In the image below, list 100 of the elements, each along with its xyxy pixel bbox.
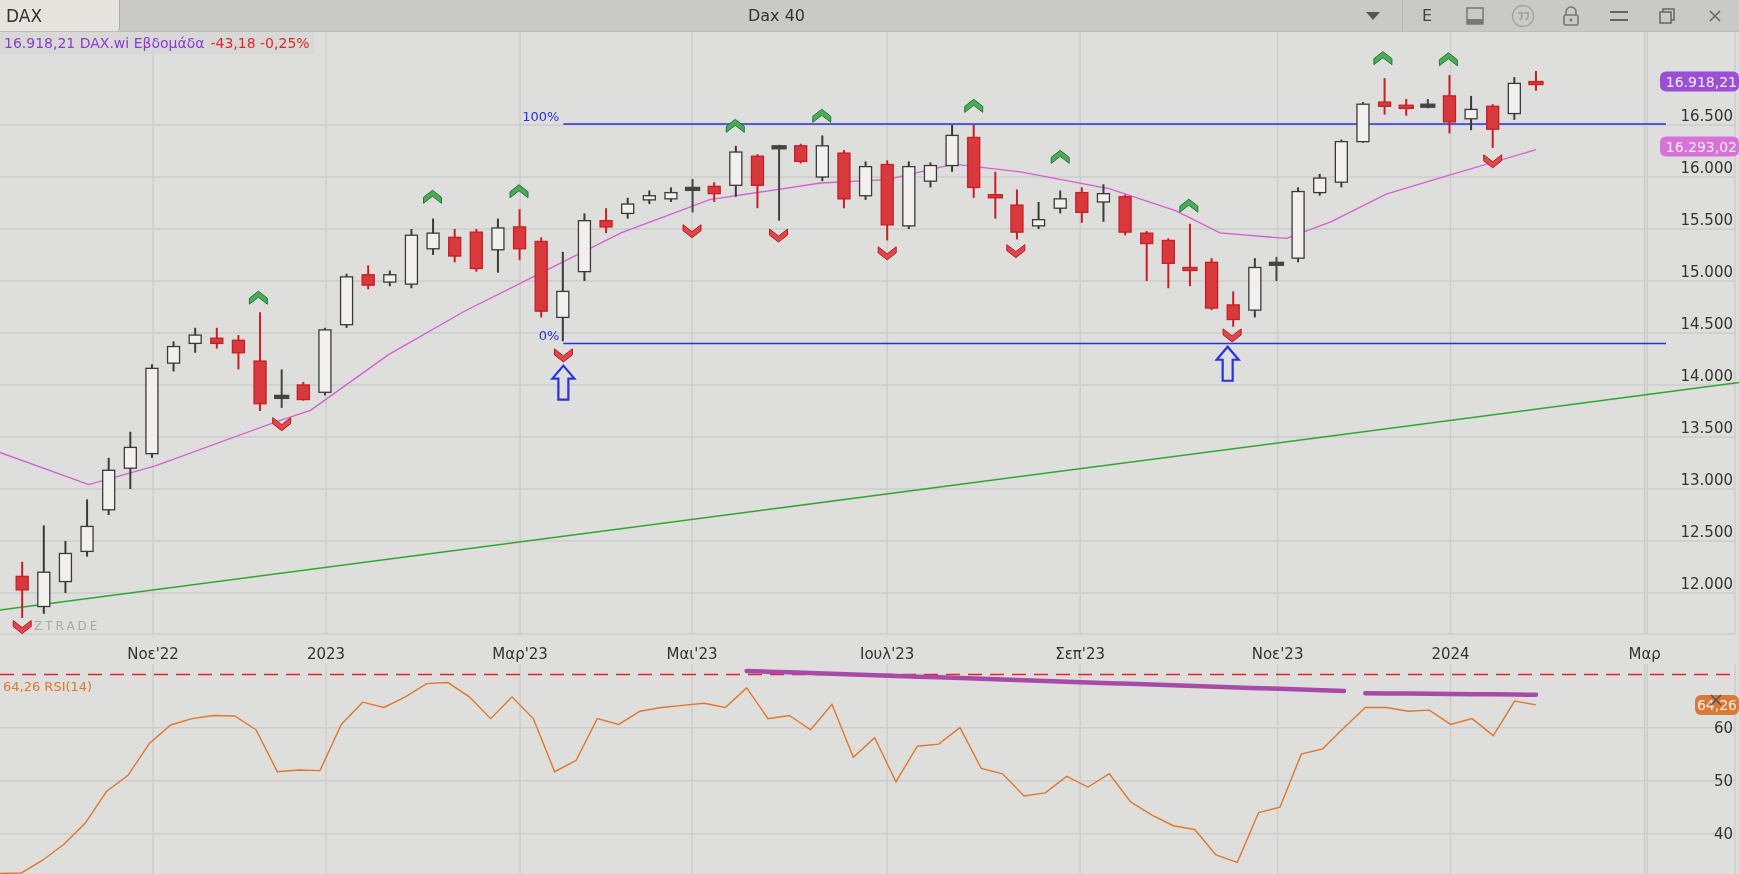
- candlestick: [404, 228, 419, 290]
- candlestick: [664, 186, 678, 203]
- price-axis-label: 12.500: [1680, 523, 1733, 541]
- price-axis-label: 14.500: [1680, 315, 1733, 333]
- candlestick: [577, 212, 592, 282]
- candlestick: [469, 228, 483, 273]
- quote-text: 16.918,21 DAX.wi Εβδομάδα: [4, 35, 205, 51]
- rsi-axis-label: 60: [1713, 718, 1733, 737]
- close-icon: [1709, 9, 1721, 22]
- up-arrow-icon: [1214, 345, 1242, 382]
- candlestick: [729, 144, 743, 198]
- price-axis-label: 16.000: [1680, 159, 1733, 177]
- down-chevron-icon: [877, 246, 897, 261]
- up-chevron-icon: [509, 184, 529, 199]
- candlestick: [512, 208, 527, 262]
- candlestick: [684, 178, 701, 214]
- candlestick: [231, 334, 246, 371]
- candlestick: [1182, 222, 1198, 288]
- candlestick: [642, 189, 656, 206]
- candlestick: [188, 326, 202, 354]
- candlestick: [599, 207, 613, 235]
- candlestick: [1528, 69, 1544, 92]
- candlestick: [1248, 257, 1262, 319]
- candlestick: [1507, 76, 1521, 121]
- candlestick: [1075, 186, 1089, 224]
- time-axis-label: Ιουλ'23: [860, 645, 915, 663]
- fibonacci-label: 100%: [522, 109, 560, 124]
- candlestick: [58, 540, 73, 594]
- candlestick: [1226, 290, 1240, 328]
- down-chevron-icon: [272, 417, 292, 432]
- candlestick: [1010, 188, 1024, 241]
- candlestick: [383, 269, 397, 288]
- down-chevron-icon: [1222, 328, 1242, 343]
- time-axis-label: Νοε'23: [1251, 645, 1304, 663]
- up-chevron-icon: [1179, 198, 1199, 213]
- price-axis-label: 12.000: [1680, 575, 1733, 593]
- rsi-legend: 64,26 RSI(14): [3, 679, 93, 694]
- candlestick: [1053, 189, 1067, 215]
- price-badge: 16.918,21: [1660, 71, 1739, 92]
- candlestick: [1313, 172, 1327, 197]
- candlestick: [987, 170, 1003, 220]
- candlestick: [80, 498, 94, 558]
- candlestick: [426, 217, 440, 256]
- candlestick: [1442, 74, 1457, 135]
- time-axis-label: Μαρ'23: [492, 645, 548, 663]
- candlestick: [296, 380, 310, 402]
- up-arrow-icon: [550, 363, 577, 401]
- up-chevron-icon: [725, 118, 745, 133]
- caret-icon: [1364, 10, 1381, 21]
- lock-icon: [1563, 5, 1579, 26]
- time-axis-label: Νοε'22: [127, 645, 179, 663]
- price-axis-label: 16.500: [1680, 107, 1733, 125]
- up-chevron-icon: [1438, 52, 1458, 67]
- candlestick: [123, 430, 137, 490]
- candlestick: [166, 340, 181, 373]
- candlestick: [339, 272, 354, 329]
- price-axis-label: 15.000: [1680, 263, 1733, 281]
- candlestick: [1486, 103, 1500, 149]
- up-chevron-icon: [423, 189, 442, 204]
- candlestick: [1140, 230, 1154, 282]
- restore-icon: [1659, 7, 1675, 24]
- up-chevron-icon: [812, 108, 832, 123]
- candlestick: [902, 160, 916, 230]
- candlestick: [1398, 98, 1414, 117]
- candlestick: [15, 560, 29, 619]
- down-chevron-icon: [1483, 154, 1503, 169]
- fibonacci-label: 0%: [538, 328, 560, 344]
- rsi-axis-label: 40: [1713, 824, 1733, 843]
- price-axis-label: 13.000: [1680, 471, 1733, 489]
- candlestick: [1464, 94, 1478, 132]
- candlestick: [1096, 183, 1111, 223]
- panel-icon: [1466, 6, 1484, 25]
- chart-tab[interactable]: DAX: [0, 0, 120, 31]
- candlestick: [318, 326, 332, 397]
- letter-button[interactable]: E: [1403, 0, 1451, 32]
- candlestick: [1334, 138, 1348, 189]
- candlestick: [750, 153, 765, 210]
- down-chevron-icon: [682, 224, 702, 239]
- down-chevron-icon: [12, 620, 32, 635]
- price-axis-label: 15.500: [1680, 211, 1733, 229]
- candlestick: [923, 161, 938, 189]
- time-axis-label: Μαι'23: [666, 645, 718, 663]
- down-chevron-icon: [769, 228, 788, 243]
- candlestick: [1118, 193, 1132, 237]
- up-chevron-icon: [1373, 51, 1393, 66]
- quote-icon: [1511, 3, 1535, 28]
- rsi-value-badge: 64,26: [1695, 695, 1739, 716]
- candlestick: [1161, 237, 1175, 290]
- candlestick: [210, 326, 224, 350]
- candlestick: [274, 368, 290, 409]
- candlestick: [361, 264, 375, 291]
- candlestick: [448, 228, 462, 264]
- candlestick: [837, 148, 851, 210]
- candlestick: [102, 456, 116, 516]
- candlestick: [945, 124, 959, 173]
- down-chevron-icon: [553, 348, 573, 363]
- menu-icon: [1610, 10, 1628, 21]
- candlestick: [621, 196, 635, 220]
- time-axis-label: Σεπ'23: [1055, 645, 1106, 663]
- candlestick: [1268, 256, 1285, 282]
